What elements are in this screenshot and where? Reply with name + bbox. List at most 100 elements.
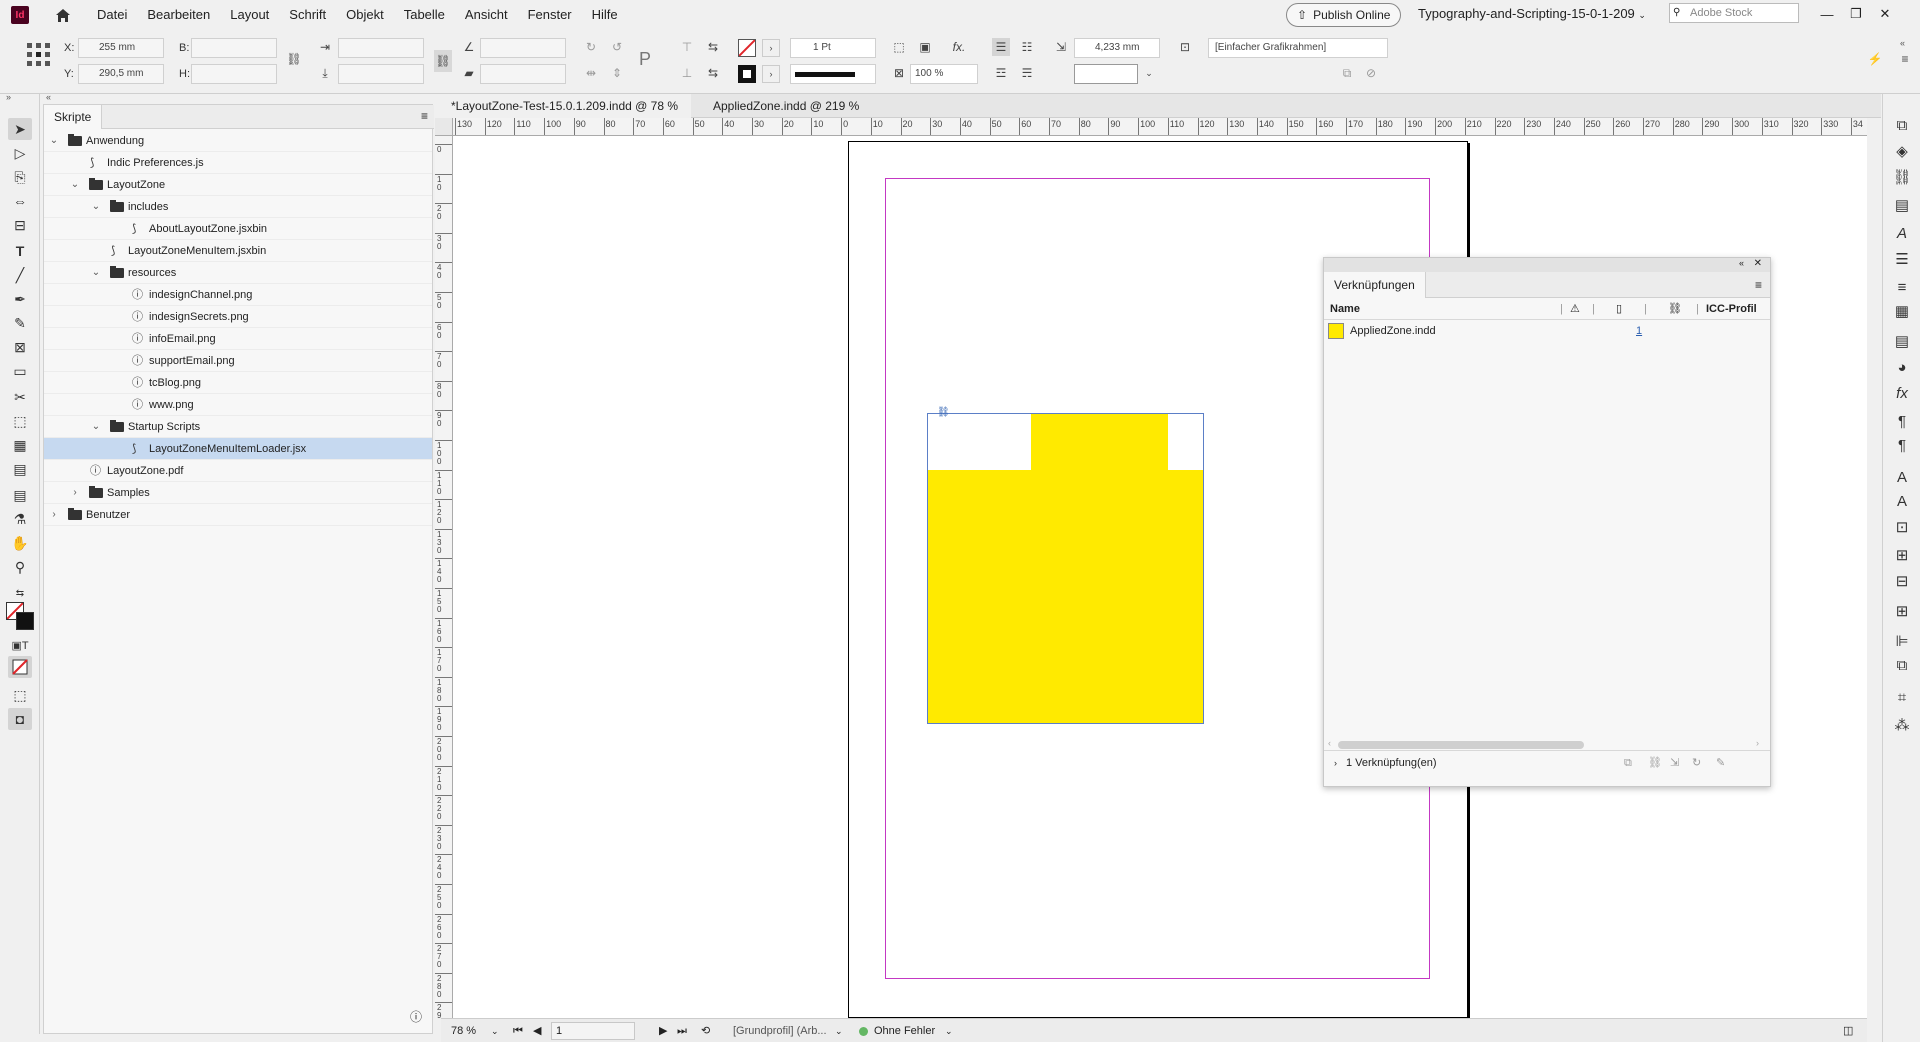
script-tree-item[interactable]: ⌄ LayoutZone — [44, 174, 432, 196]
free-transform-tool-icon[interactable]: ⬚ — [8, 410, 32, 432]
page-number-field[interactable]: 1 — [551, 1022, 635, 1040]
page-column-icon[interactable]: ▯ — [1616, 298, 1622, 320]
screen-mode-icon[interactable]: ◘ — [8, 708, 32, 730]
menu-item-ansicht[interactable]: Ansicht — [455, 0, 518, 30]
stroke-preview-field[interactable] — [1074, 64, 1138, 84]
color-panel-icon[interactable]: ◕ — [1891, 356, 1913, 378]
x-position-field[interactable]: 255 mm — [78, 38, 164, 58]
script-tree-item[interactable]: ⓘ www.png — [44, 394, 432, 416]
horizontal-scrollbar[interactable] — [1338, 741, 1584, 749]
chevron-down-icon[interactable]: ⌄ — [90, 196, 102, 218]
previous-page-icon[interactable]: ◀ — [533, 1019, 541, 1042]
y-position-field[interactable]: 290,5 mm — [78, 64, 164, 84]
eyedropper-tool-icon[interactable]: ⚗ — [8, 508, 32, 530]
first-page-icon[interactable]: ⏮ — [513, 1019, 523, 1042]
fill-dropdown-icon[interactable]: › — [762, 39, 780, 57]
scripts-panel-tab[interactable]: Skripte — [44, 105, 103, 129]
link-scale-icon[interactable]: ⛓ — [434, 50, 452, 72]
paragraph-panel-icon[interactable]: ¶ — [1891, 410, 1913, 432]
chevron-down-icon[interactable]: ⌄ — [90, 262, 102, 284]
script-tree-item[interactable]: ⟆ Indic Preferences.js — [44, 152, 432, 174]
relink-icon[interactable]: ⛓ — [1648, 751, 1662, 775]
column-icc-profile[interactable]: ICC-Profil — [1706, 298, 1757, 320]
links-panel-icon[interactable]: ⛓ — [1891, 166, 1913, 188]
effects-icon[interactable]: fx. — [950, 38, 968, 56]
menu-item-layout[interactable]: Layout — [220, 0, 279, 30]
stroke-dropdown-icon[interactable]: › — [762, 65, 780, 83]
ruler-origin[interactable] — [435, 118, 453, 136]
script-tree-item[interactable]: › Samples — [44, 482, 432, 504]
zoom-level-field[interactable]: 78 % — [451, 1019, 476, 1042]
character-panel-icon[interactable]: A — [1891, 466, 1913, 488]
preflight-status[interactable]: Ohne Fehler — [874, 1019, 935, 1042]
chevron-down-icon[interactable]: ⌄ — [69, 174, 81, 196]
restore-icon[interactable]: ❐ — [1845, 4, 1867, 24]
script-tree-item[interactable]: ⓘ indesignChannel.png — [44, 284, 432, 306]
quick-apply-icon[interactable]: ⚡ — [1866, 50, 1884, 68]
script-tree-item[interactable]: ⌄ resources — [44, 262, 432, 284]
menu-item-bearbeiten[interactable]: Bearbeiten — [137, 0, 220, 30]
pages-panel-icon[interactable]: ⧉ — [1891, 114, 1913, 136]
text-wrap-none-icon[interactable]: ☰ — [992, 38, 1010, 56]
zoom-tool-icon[interactable]: ⚲ — [8, 556, 32, 578]
reference-point-icon[interactable] — [26, 42, 52, 68]
offset-field[interactable]: 4,233 mm — [1074, 38, 1160, 58]
gap-tool-icon[interactable]: ⇔ — [8, 190, 32, 212]
character-styles-icon[interactable]: A — [1891, 222, 1913, 244]
pencil-tool-icon[interactable]: ✎ — [8, 312, 32, 334]
chevron-down-icon[interactable]: ⌄ — [1140, 64, 1158, 82]
opacity-field[interactable]: 100 % — [910, 64, 978, 84]
text-wrap-shape-icon[interactable]: ☲ — [992, 64, 1010, 82]
script-tree-item[interactable]: ⟆ LayoutZoneMenuItem.jsxbin — [44, 240, 432, 262]
chevron-down-icon[interactable]: ⌄ — [835, 1019, 843, 1042]
stroke-panel-icon[interactable]: ≡ — [1891, 276, 1913, 298]
script-tree-item[interactable]: ⌄ includes — [44, 196, 432, 218]
text-path-icon[interactable]: P — [636, 49, 654, 69]
link-badge-icon[interactable]: ⛓ — [937, 407, 950, 418]
expand-dock-icon[interactable]: « — [1900, 38, 1905, 48]
interactive-panel-icon[interactable]: ⁂ — [1891, 714, 1913, 736]
script-tree-item[interactable]: ⓘ supportEmail.png — [44, 350, 432, 372]
update-link-icon[interactable]: ↻ — [1692, 751, 1701, 775]
text-wrap-panel-icon[interactable]: ▤ — [1891, 330, 1913, 352]
selection-tool-icon[interactable]: ➤ — [8, 118, 32, 140]
note-tool-icon[interactable]: ▤ — [8, 484, 32, 506]
last-page-icon[interactable]: ⏭ — [677, 1019, 687, 1042]
menu-item-fenster[interactable]: Fenster — [518, 0, 582, 30]
stroke-type-select[interactable] — [790, 64, 876, 84]
warning-column-icon[interactable]: ⚠ — [1570, 298, 1580, 320]
cell-styles-icon[interactable]: ⊞ — [1891, 600, 1913, 622]
go-to-link-icon[interactable]: ⇲ — [1670, 751, 1679, 775]
pen-tool-icon[interactable]: ✒ — [8, 288, 32, 310]
select-content-icon[interactable]: ⊥ — [678, 64, 696, 82]
scale-x-field[interactable] — [338, 38, 424, 58]
object-style-select[interactable]: [Einfacher Grafikrahmen] — [1208, 38, 1388, 58]
shear-field[interactable] — [480, 64, 566, 84]
script-tree-item[interactable]: ⓘ LayoutZone.pdf — [44, 460, 432, 482]
clear-override-icon[interactable]: ⊘ — [1362, 64, 1380, 82]
link-page-number[interactable]: 1 — [1636, 320, 1642, 342]
constrain-proportions-icon[interactable]: ⛓ — [285, 50, 303, 68]
stroke-weight-field[interactable]: 1 Pt — [790, 38, 876, 58]
close-icon[interactable]: ✕ — [1874, 4, 1896, 24]
menu-item-tabelle[interactable]: Tabelle — [394, 0, 455, 30]
document-title-dropdown[interactable]: Typography-and-Scripting-15-0-1-209 ⌄ — [1418, 0, 1646, 30]
next-page-icon[interactable]: ▶ — [659, 1019, 667, 1042]
fill-none-swatch[interactable] — [738, 39, 756, 57]
close-panel-icon[interactable]: ✕ — [1754, 258, 1762, 269]
scale-y-field[interactable] — [338, 64, 424, 84]
gradient-tool-icon[interactable]: ▦ — [8, 434, 32, 456]
edit-original-icon[interactable]: ✎ — [1716, 751, 1725, 775]
swatches-panel-icon[interactable]: ▦ — [1891, 300, 1913, 322]
collapse-tools-icon[interactable]: » — [6, 92, 11, 102]
script-tree-item[interactable]: ⓘ indesignSecrets.png — [44, 306, 432, 328]
adobe-stock-search-input[interactable]: Adobe Stock — [1669, 3, 1799, 23]
link-row[interactable]: AppliedZone.indd 1 — [1324, 320, 1770, 342]
rotation-field[interactable] — [480, 38, 566, 58]
page-tool-icon[interactable]: ⎘ — [8, 166, 32, 188]
text-wrap-bbox-icon[interactable]: ☷ — [1018, 38, 1036, 56]
collapse-panel-icon[interactable]: « — [1739, 258, 1744, 268]
chevron-right-icon[interactable]: › — [48, 504, 60, 526]
split-view-icon[interactable]: ◫ — [1843, 1019, 1853, 1042]
cc-libraries-link-icon[interactable]: ⧉ — [1624, 751, 1632, 775]
